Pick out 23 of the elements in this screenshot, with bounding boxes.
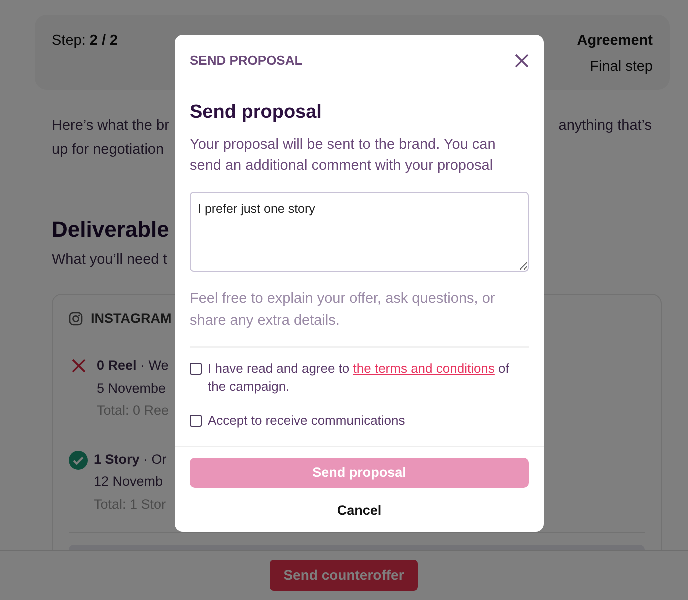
stage-title: Agreement (577, 32, 653, 51)
step-indicator: Step: 2 / 2 (52, 33, 118, 49)
section-subtitle: What you’ll need t (52, 251, 168, 270)
stage-subtitle: Final step (589, 58, 653, 77)
deliverable-title: 1 Story · Or (94, 450, 167, 469)
platform-label: INSTAGRAM (91, 310, 172, 328)
checkbox-label: I have read and agree to the terms and conditions of the campaign. (208, 360, 510, 396)
checkbox-label: Accept to receive communications (208, 412, 406, 430)
comment-field[interactable]: I prefer just one story (190, 192, 529, 272)
deliverable-title: 0 Reel · We (97, 357, 170, 375)
terms-link[interactable]: the terms and conditions (353, 360, 495, 376)
modal-title: Send proposal (190, 100, 323, 124)
section-heading: Deliverable (52, 216, 170, 244)
intro-text: anything that’s (558, 117, 652, 136)
deliverable-date: 5 Novembe (97, 380, 168, 398)
intro-text: Here’s what the br (52, 117, 170, 136)
cancel-button[interactable]: Cancel (331, 500, 388, 522)
modal-description: Your proposal will be sent to the brand. You can send an additional comment with your proposal (190, 136, 497, 176)
intro-text: up for negotiation (52, 142, 164, 158)
hint-text: Feel free to explain your offer, ask questions, or share any extra details. (190, 290, 496, 331)
counteroffer-button[interactable]: Send counteroffer (270, 560, 418, 591)
deliverable-date: 12 Novemb (94, 473, 164, 491)
modal-header-title: SEND PROPOSAL (190, 52, 303, 70)
